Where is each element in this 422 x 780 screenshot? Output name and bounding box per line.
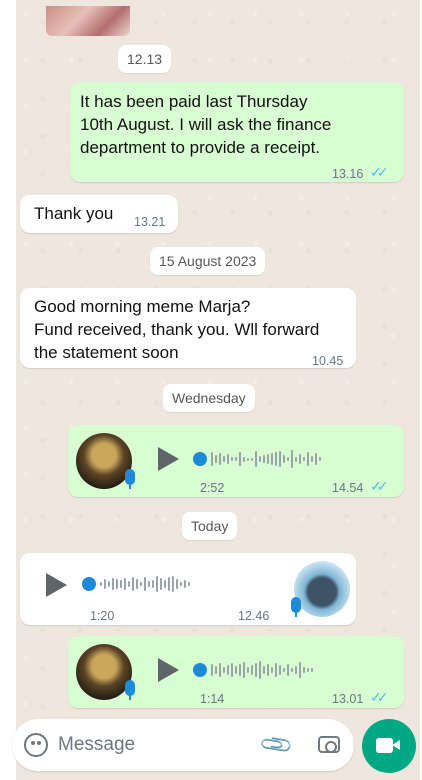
date-separator: Today — [182, 512, 238, 540]
read-ticks-icon: ✓✓ — [370, 689, 389, 705]
outgoing-message[interactable]: It has been paid last Thursday 10th Augu… — [70, 82, 404, 182]
timestamp-pill: 12.13 — [118, 45, 172, 73]
message-time: 14.54 — [332, 481, 364, 495]
voice-duration: 1:14 — [200, 692, 225, 706]
message-time: 12.46 — [238, 609, 270, 623]
waveform[interactable] — [211, 447, 321, 471]
seek-handle[interactable] — [82, 577, 96, 591]
mic-icon — [125, 680, 135, 700]
date-separator: Wednesday — [163, 384, 255, 412]
outgoing-voice-message[interactable]: 1:14 13.01 ✓✓ — [68, 636, 404, 708]
message-text: Thank you — [34, 204, 114, 223]
message-text: Good morning meme Marja? Fund received, … — [34, 297, 320, 362]
video-icon — [376, 738, 400, 753]
message-text: It has been paid last Thursday 10th Augu… — [80, 92, 332, 157]
play-icon[interactable] — [158, 447, 179, 471]
play-icon[interactable] — [46, 573, 67, 597]
read-ticks-icon: ✓✓ — [370, 164, 389, 180]
mic-icon — [291, 597, 301, 617]
mic-icon — [125, 469, 135, 489]
message-time: 10.45 — [312, 354, 344, 368]
seek-handle[interactable] — [193, 452, 207, 466]
waveform[interactable] — [211, 658, 313, 682]
chat-area[interactable]: 12.13 It has been paid last Thursday 10t… — [16, 0, 420, 780]
read-ticks-icon: ✓✓ — [370, 478, 389, 494]
avatar — [76, 644, 132, 700]
message-input[interactable] — [58, 729, 248, 761]
message-composer[interactable]: 📎 — [12, 719, 354, 771]
avatar — [294, 561, 350, 617]
image-message-thumbnail[interactable] — [46, 6, 130, 36]
message-time: 13.16 — [332, 167, 364, 181]
voice-duration: 2:52 — [200, 481, 225, 495]
attach-icon[interactable]: 📎 — [258, 726, 296, 764]
waveform[interactable] — [100, 572, 190, 596]
emoji-icon[interactable] — [24, 733, 48, 757]
incoming-message[interactable]: Thank you 13.21 — [20, 195, 178, 233]
message-time: 13.01 — [332, 692, 364, 706]
camera-icon[interactable] — [318, 736, 340, 753]
message-time: 13.21 — [134, 215, 166, 229]
incoming-message[interactable]: Good morning meme Marja? Fund received, … — [20, 288, 356, 368]
outgoing-voice-message[interactable]: 2:52 14.54 ✓✓ — [68, 425, 404, 497]
date-separator: 15 August 2023 — [150, 247, 266, 275]
seek-handle[interactable] — [193, 663, 207, 677]
video-record-button[interactable] — [362, 719, 416, 773]
incoming-voice-message[interactable]: 1:20 12.46 — [20, 553, 356, 625]
play-icon[interactable] — [158, 658, 179, 682]
voice-duration: 1:20 — [90, 609, 115, 623]
avatar — [76, 433, 132, 489]
